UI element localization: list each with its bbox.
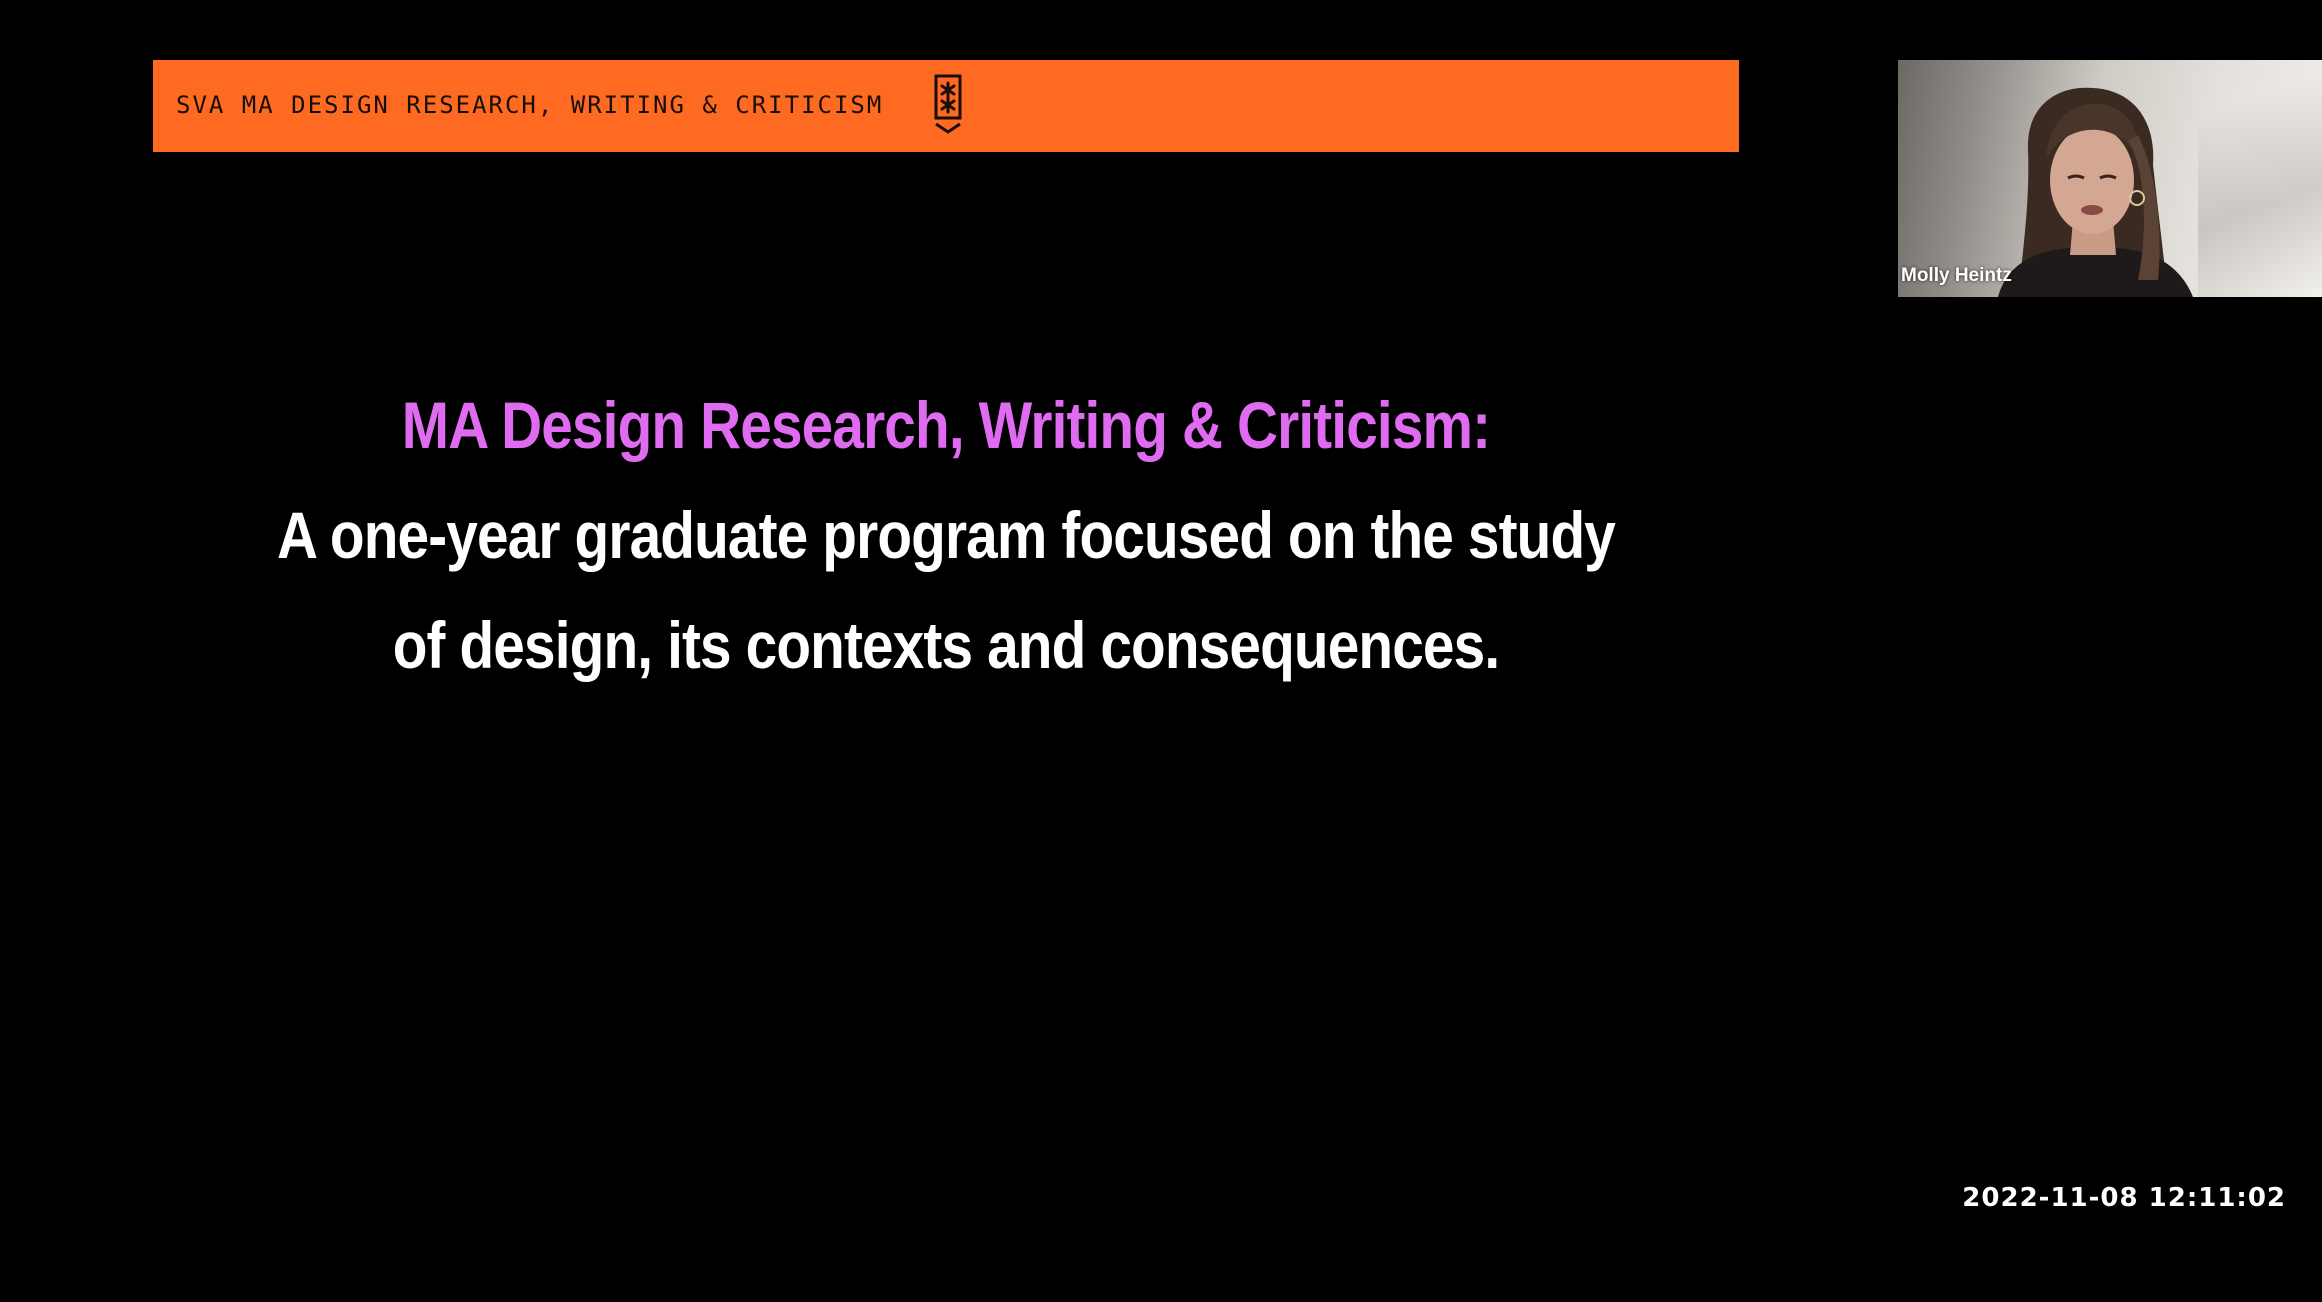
- slide-subtext-line: of design, its contexts and consequences…: [392, 608, 1500, 682]
- banner-title: SVA MA DESIGN RESEARCH, WRITING & CRITIC…: [176, 91, 884, 119]
- sva-logo-icon: [931, 74, 965, 138]
- slide-subtext-line: A one-year graduate program focused on t…: [276, 498, 1616, 572]
- video-background: [2198, 60, 2322, 297]
- slide-subtext: A one-year graduate program focused on t…: [264, 480, 1628, 700]
- slide-heading: MA Design Research, Writing & Criticism:: [401, 388, 1491, 462]
- participant-video-tile[interactable]: Molly Heintz: [1898, 60, 2322, 297]
- screen-share-stage: SVA MA DESIGN RESEARCH, WRITING & CRITIC…: [0, 0, 2322, 1302]
- slide-content: MA Design Research, Writing & Criticism:…: [153, 370, 1739, 700]
- recording-timestamp: 2022-11-08 12:11:02: [1962, 1183, 2286, 1213]
- slide-banner: SVA MA DESIGN RESEARCH, WRITING & CRITIC…: [153, 60, 1739, 152]
- participant-name-label: Molly Heintz: [1901, 265, 2012, 286]
- participant-video-feed: [1998, 87, 2193, 297]
